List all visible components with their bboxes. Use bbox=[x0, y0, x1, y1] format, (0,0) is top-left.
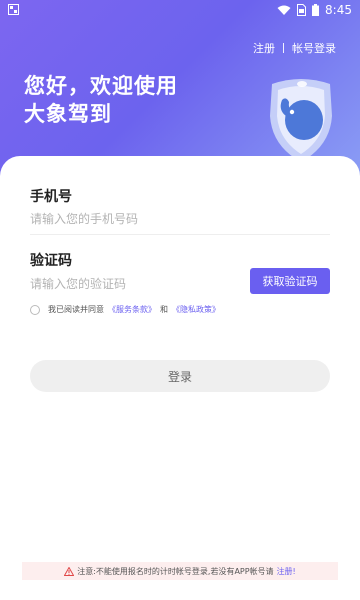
notice-text: 注意:不能使用报名时的计时帐号登录,若没有APP帐号请 bbox=[77, 566, 274, 576]
get-code-button[interactable]: 获取验证码 bbox=[250, 268, 330, 294]
status-time: 8:45 bbox=[325, 3, 352, 17]
status-bar: 8:45 bbox=[0, 0, 360, 22]
agreement-prefix: 我已阅读并同意 bbox=[48, 305, 104, 314]
account-login-link[interactable]: 帐号登录 bbox=[292, 40, 336, 56]
battery-icon bbox=[312, 4, 320, 16]
privacy-link[interactable]: 《隐私政策》 bbox=[172, 304, 220, 315]
phone-input[interactable] bbox=[30, 210, 310, 228]
agreement-radio[interactable] bbox=[30, 304, 40, 315]
sim-icon bbox=[297, 4, 307, 16]
agreement-and: 和 bbox=[160, 305, 168, 314]
phone-divider bbox=[30, 234, 330, 235]
welcome-title: 您好，欢迎使用 大象驾到 bbox=[24, 72, 178, 128]
notice-bar: 注意:不能使用报名时的计时帐号登录,若没有APP帐号请 注册! bbox=[22, 562, 338, 580]
notice-register-link[interactable]: 注册! bbox=[277, 566, 296, 577]
welcome-line-1: 您好，欢迎使用 bbox=[24, 74, 178, 98]
top-links: 注册 帐号登录 bbox=[253, 40, 336, 56]
notification-icon bbox=[8, 4, 19, 15]
register-link[interactable]: 注册 bbox=[253, 40, 275, 56]
code-input[interactable] bbox=[30, 275, 230, 293]
link-separator bbox=[283, 43, 284, 53]
phone-label: 手机号 bbox=[30, 189, 72, 205]
wifi-icon bbox=[277, 5, 291, 15]
warning-icon bbox=[64, 566, 75, 576]
login-button[interactable]: 登录 bbox=[30, 360, 330, 392]
code-label: 验证码 bbox=[30, 253, 72, 269]
terms-link[interactable]: 《服务条款》 bbox=[108, 304, 156, 315]
elephant-shield-icon bbox=[270, 79, 332, 162]
welcome-line-2: 大象驾到 bbox=[24, 102, 112, 126]
agreement-row: 我已阅读并同意 《服务条款》 和 《隐私政策》 bbox=[30, 304, 220, 315]
